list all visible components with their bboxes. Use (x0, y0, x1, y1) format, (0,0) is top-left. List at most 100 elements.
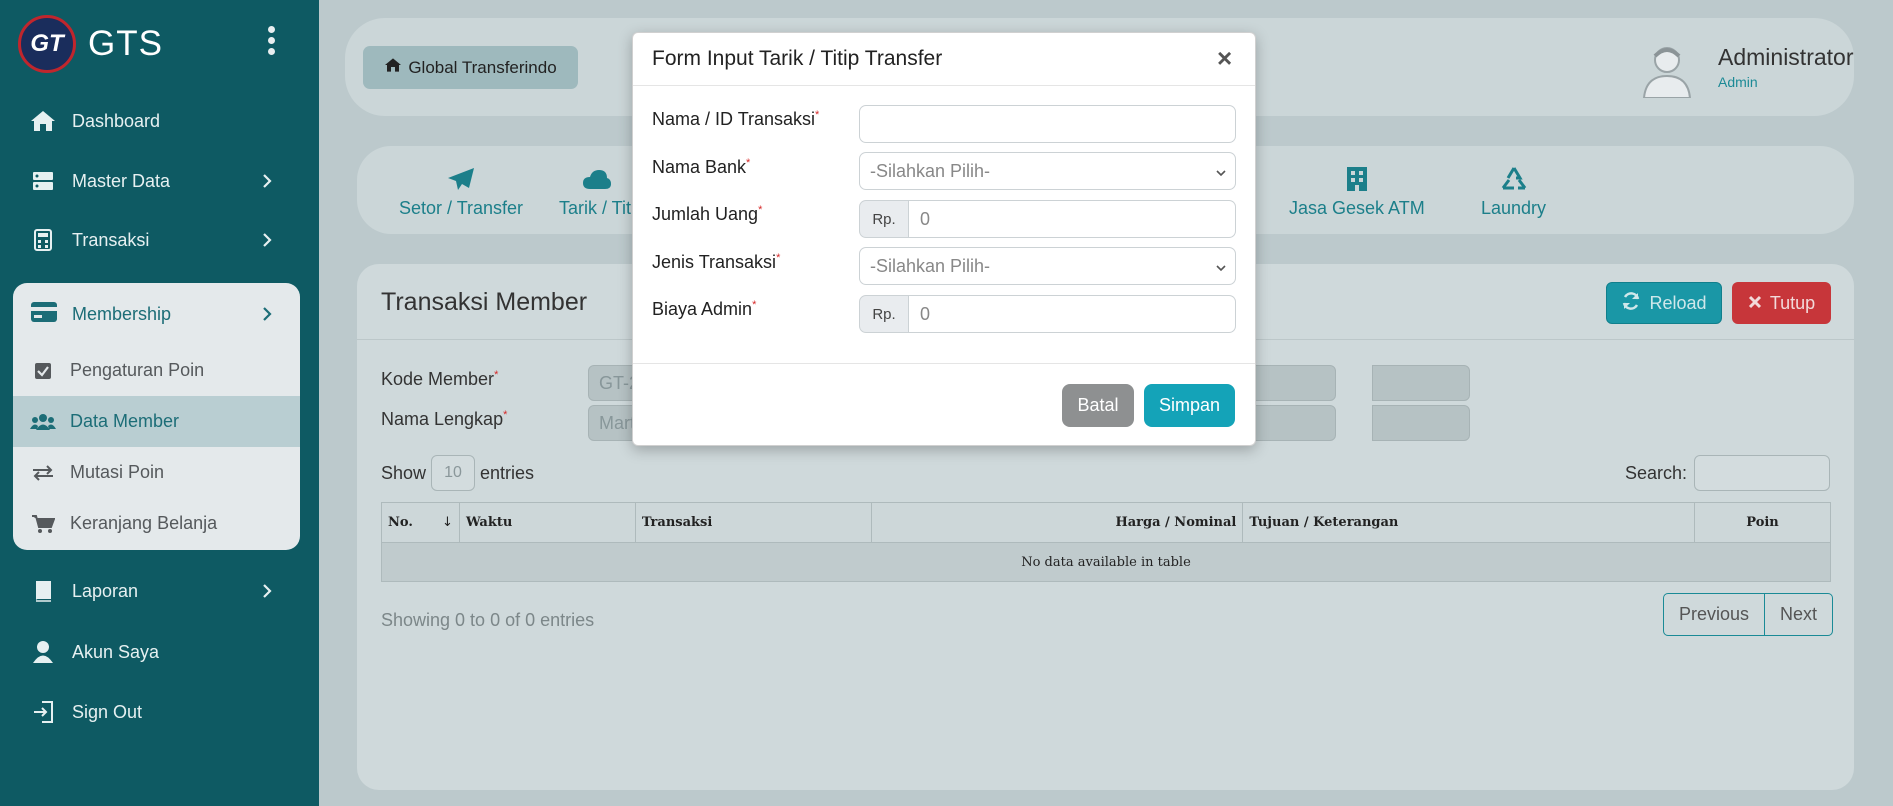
tarik-titip-transfer-modal: Form Input Tarik / Titip Transfer × Nama… (632, 32, 1256, 446)
sidebar-item-label: Dashboard (72, 110, 161, 131)
sidebar-item-sign-out[interactable]: Sign Out (0, 687, 319, 737)
chevron-down-icon (1215, 258, 1227, 279)
pagination: Previous Next (1663, 593, 1834, 636)
sidebar-subitem-pengaturan-poin[interactable]: Pengaturan Poin (13, 345, 300, 396)
jumlah-uang-group: Rp. 0 (859, 200, 1236, 238)
currency-addon: Rp. (859, 200, 909, 238)
biaya-admin-group: Rp. 0 (859, 295, 1236, 333)
book-icon (30, 578, 56, 604)
sidebar-item-master-data[interactable]: Master Data (0, 156, 319, 206)
column-header-waktu[interactable]: Waktu (458, 502, 636, 543)
simpan-button[interactable]: Simpan (1144, 384, 1235, 427)
modal-footer: Batal Simpan (633, 363, 1255, 447)
quick-action-jasa-gesek-atm[interactable]: Jasa Gesek ATM (1289, 164, 1425, 219)
sort-icon: ↓ (442, 515, 453, 530)
sidebar-item-label: Sign Out (72, 701, 143, 722)
search-input[interactable] (1694, 455, 1831, 491)
gts-logo: GT (18, 15, 76, 73)
sidebar-subitem-mutasi-poin[interactable]: Mutasi Poin (13, 447, 300, 498)
quick-action-label: Laundry (1481, 198, 1547, 218)
chevron-right-icon (262, 232, 272, 253)
jumlah-uang-input[interactable]: 0 (909, 200, 1236, 238)
sidebar-item-label: Akun Saya (72, 641, 160, 662)
jenis-transaksi-select[interactable]: -Silahkan Pilih- (859, 247, 1236, 285)
credit-card-icon (30, 301, 58, 328)
sidebar-item-dashboard[interactable]: Dashboard (0, 96, 319, 146)
chevron-right-icon (262, 173, 272, 194)
tutup-button[interactable]: Tutup (1732, 282, 1831, 324)
server-icon (30, 168, 56, 194)
next-page-button[interactable]: Next (1764, 594, 1832, 635)
sidebar: GT GTS Dashboard Master Data Transaksi M… (0, 0, 319, 806)
quick-action-label: Tarik / Titi (559, 198, 636, 218)
column-header-no[interactable]: No. ↓ (381, 502, 460, 543)
recycle-icon (1500, 164, 1528, 194)
sidebar-item-transaksi[interactable]: Transaksi (0, 215, 319, 265)
sidebar-subitem-label: Data Member (70, 411, 180, 431)
sidebar-subitem-keranjang-belanja[interactable]: Keranjang Belanja (13, 498, 300, 549)
nama-id-transaksi-label: Nama / ID Transaksi* (652, 109, 820, 129)
column-header-poin[interactable]: Poin (1694, 502, 1831, 543)
membership-group: Membership Pengaturan Poin Data Member M… (13, 283, 300, 550)
column-header-harga-nominal[interactable]: Harga / Nominal (870, 502, 1244, 543)
quick-action-laundry[interactable]: Laundry (1481, 164, 1546, 219)
nama-bank-select[interactable]: -Silahkan Pilih- (859, 152, 1236, 190)
page-title: Transaksi Member (381, 288, 588, 316)
nama-lengkap-label: Nama Lengkap* (381, 409, 508, 429)
brand-name: GTS (88, 24, 163, 63)
nama-id-transaksi-input[interactable] (859, 105, 1236, 143)
cloud-icon (582, 164, 612, 194)
sidebar-subitem-label: Keranjang Belanja (70, 513, 218, 533)
building-icon (1345, 164, 1369, 194)
avatar[interactable] (1638, 40, 1696, 99)
sidebar-item-akun-saya[interactable]: Akun Saya (0, 627, 319, 677)
users-icon (30, 413, 56, 431)
column-header-transaksi[interactable]: Transaksi (634, 502, 872, 543)
biaya-admin-label: Biaya Admin* (652, 299, 757, 319)
user-name[interactable]: Administrator (1718, 44, 1853, 71)
close-icon (1748, 293, 1762, 314)
biaya-admin-input[interactable]: 0 (909, 295, 1236, 333)
nama-bank-label: Nama Bank* (652, 157, 751, 177)
table-info: Showing 0 to 0 of 0 entries (381, 610, 595, 630)
home-icon (384, 57, 402, 78)
sidebar-subitem-label: Pengaturan Poin (70, 360, 205, 380)
sidebar-item-label: Membership (72, 303, 172, 324)
paper-plane-icon (447, 164, 475, 194)
breadcrumb-home-button[interactable]: Global Transferindo (363, 46, 578, 89)
page-length-control: Show 10 entries (381, 455, 534, 491)
batal-button[interactable]: Batal (1062, 384, 1134, 427)
column-header-tujuan-keterangan[interactable]: Tujuan / Keterangan (1242, 502, 1696, 543)
chevron-right-icon (262, 583, 272, 604)
calculator-icon (30, 227, 56, 253)
kode-member-field-end (1372, 365, 1470, 401)
more-vertical-icon[interactable] (266, 26, 276, 60)
transactions-table: No. ↓ Waktu Transaksi Harga / Nominal Tuj… (381, 502, 1831, 582)
quick-action-tarik-titip[interactable]: Tarik / Titi (559, 164, 635, 219)
chevron-down-icon (1215, 163, 1227, 184)
user-icon (30, 639, 56, 665)
close-icon[interactable]: × (1217, 43, 1232, 74)
sign-out-icon (30, 699, 56, 725)
previous-page-button[interactable]: Previous (1664, 594, 1764, 635)
tutup-label: Tutup (1769, 292, 1816, 313)
check-square-icon (30, 362, 56, 380)
reload-button[interactable]: Reload (1606, 282, 1722, 324)
jenis-transaksi-label: Jenis Transaksi* (652, 252, 781, 272)
jumlah-uang-label: Jumlah Uang* (652, 204, 763, 224)
cart-icon (30, 514, 56, 534)
brand[interactable]: GT GTS (18, 14, 163, 74)
exchange-icon (30, 464, 56, 482)
table-row: No data available in table (381, 542, 1831, 582)
sidebar-subitem-data-member[interactable]: Data Member (13, 396, 300, 447)
quick-action-setor-transfer[interactable]: Setor / Transfer (399, 164, 523, 219)
kode-member-label: Kode Member* (381, 369, 499, 389)
entries-select[interactable]: 10 (431, 455, 476, 491)
refresh-icon (1621, 291, 1641, 316)
currency-addon: Rp. (859, 295, 909, 333)
quick-action-label: Jasa Gesek ATM (1289, 198, 1425, 218)
modal-header: Form Input Tarik / Titip Transfer × (633, 33, 1255, 86)
sidebar-item-membership[interactable]: Membership (13, 283, 300, 345)
sidebar-item-label: Laporan (72, 580, 139, 601)
sidebar-item-laporan[interactable]: Laporan (0, 566, 319, 616)
